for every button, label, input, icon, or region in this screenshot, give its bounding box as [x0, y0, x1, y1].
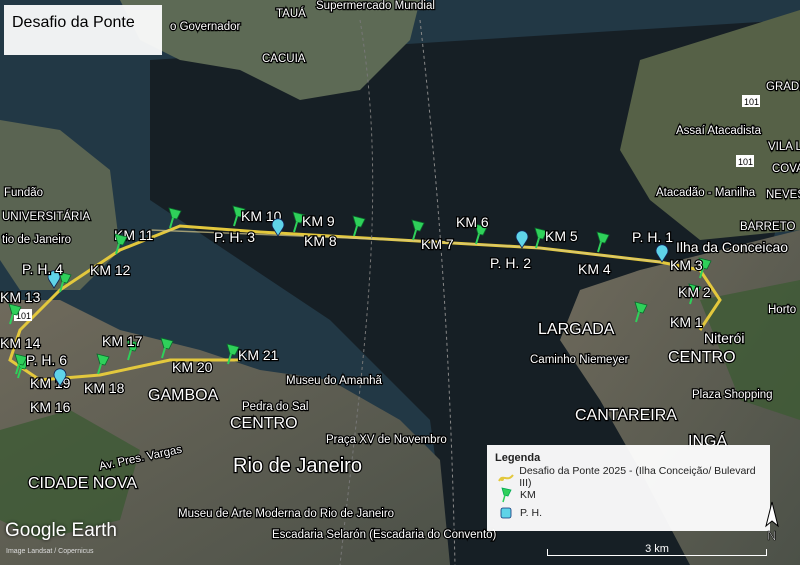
km-marker-label: KM 14 — [0, 335, 41, 351]
km-marker-label: KM 12 — [90, 262, 131, 278]
svg-text:101: 101 — [744, 97, 759, 107]
km-marker-label: KM 7 — [421, 236, 454, 252]
label-centro-rio: CENTRO — [230, 415, 298, 432]
km-marker-label: KM 20 — [172, 359, 213, 375]
ph-marker-label: P. H. 1 — [632, 229, 673, 245]
image-credit: Image Landsat / Copernicus — [6, 548, 94, 555]
label-ilha: Ilha da Conceicao — [676, 239, 788, 255]
north-arrow-icon: N — [760, 500, 784, 543]
label-covanca: COVA — [772, 163, 800, 175]
km-marker-label: KM 6 — [456, 214, 489, 230]
km-marker-label: KM 4 — [578, 261, 611, 277]
legend-panel: Legenda Desafio da Ponte 2025 - (Ilha Co… — [487, 445, 770, 531]
label-tio-janeiro: tio de Janeiro — [2, 234, 71, 246]
label-taua: TAUÁ — [276, 7, 306, 20]
ph-marker-label: P. H. 6 — [26, 352, 67, 368]
km-marker-label: KM 3 — [670, 257, 703, 273]
label-largada: LARGADA — [538, 321, 615, 338]
label-centro-niteroi: CENTRO — [668, 349, 736, 366]
km-marker-label: KM 18 — [84, 380, 125, 396]
scale-label: 3 km — [645, 543, 669, 555]
legend-heading: Legenda — [495, 452, 541, 464]
label-atacadao: Atacadão - Manilha — [656, 187, 756, 199]
legend-row-route: Desafio da Ponte 2025 - (Ilha Conceição/… — [495, 465, 762, 489]
legend-label-route: Desafio da Ponte 2025 - (Ilha Conceição/… — [519, 464, 756, 489]
label-pedra-sal: Pedra do Sal — [242, 401, 309, 413]
label-cacuia: CACUIA — [262, 53, 306, 65]
label-praca-xv: Praça XV de Novembro — [326, 434, 447, 446]
legend-label-km: KM — [520, 488, 536, 501]
label-rio: Rio de Janeiro — [233, 455, 362, 477]
svg-text:N: N — [767, 528, 776, 542]
label-niteroi: Niterói — [704, 330, 744, 346]
km-marker-label: KM 21 — [238, 347, 279, 363]
label-vila: VILA L — [768, 141, 800, 153]
km-marker-label: KM 2 — [678, 284, 711, 300]
label-universitaria: UNIVERSITÁRIA — [2, 210, 91, 223]
label-mam: Museu de Arte Moderna do Rio de Janeiro — [178, 508, 394, 520]
km-marker-label: KM 17 — [102, 333, 143, 349]
label-cidade-nova: CIDADE NOVA — [28, 475, 137, 492]
map-title-box: Desafio da Ponte — [4, 5, 162, 55]
map-title: Desafio da Ponte — [12, 14, 135, 31]
km-marker-label: KM 5 — [545, 228, 578, 244]
scale-bar: 3 km — [547, 543, 767, 559]
ph-marker-label: P. H. 3 — [214, 229, 255, 245]
label-cantareira: CANTAREIRA — [575, 407, 677, 424]
label-governador: o Governador — [170, 21, 240, 33]
label-barreto: BARRETO — [740, 221, 795, 233]
route-icon — [495, 471, 516, 483]
cyan-square-icon — [495, 506, 517, 520]
km-marker-label: KM 8 — [304, 233, 337, 249]
ph-marker-label: P. H. 4 — [22, 261, 63, 277]
km-marker-label: KM 1 — [670, 314, 703, 330]
ph-marker-label: P. H. 2 — [490, 255, 531, 271]
legend-row-ph: P. H. — [495, 505, 762, 520]
label-gamboa: GAMBOA — [148, 387, 219, 404]
label-mundial: Supermercado Mundial — [316, 0, 435, 12]
km-marker-label: KM 9 — [302, 213, 335, 229]
svg-text:101: 101 — [738, 157, 753, 167]
label-museu-amanha: Museu do Amanhã — [286, 375, 383, 387]
label-gradim: GRADI — [766, 81, 800, 93]
label-horto: Horto — [768, 304, 796, 316]
google-earth-logo: Google Earth — [5, 520, 117, 541]
km-marker-label: KM 16 — [30, 399, 71, 415]
legend-label-ph: P. H. — [520, 506, 542, 519]
label-assai: Assaí Atacadista — [676, 125, 762, 137]
label-selaron: Escadaria Selarón (Escadaria do Convento… — [272, 529, 497, 541]
label-plaza: Plaza Shopping — [692, 389, 773, 401]
label-caminho-niemeyer: Caminho Niemeyer — [530, 354, 629, 366]
label-neves: NEVES — [766, 189, 800, 201]
km-marker-label: KM 13 — [0, 289, 41, 305]
label-fundao: Fundão — [4, 187, 43, 199]
green-pushpin-icon — [495, 486, 517, 503]
legend-row-km: KM — [495, 486, 762, 503]
